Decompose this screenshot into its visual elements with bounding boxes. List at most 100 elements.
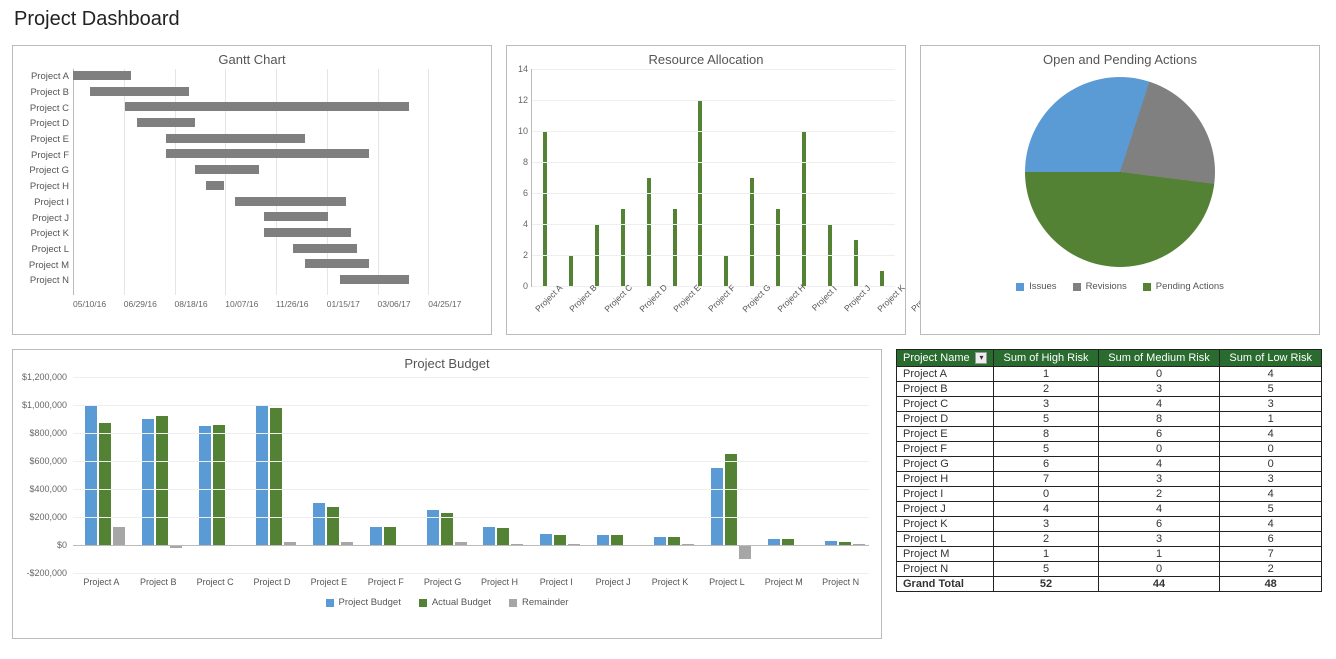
- table-cell: Project J: [897, 502, 994, 517]
- axis-tick: Project I: [528, 577, 585, 587]
- budget-bar: [597, 535, 609, 545]
- gantt-bar: [166, 134, 305, 143]
- gantt-row: Project L: [25, 242, 479, 258]
- table-cell: Project I: [897, 487, 994, 502]
- axis-tick: Project N: [812, 577, 869, 587]
- gantt-bar: [340, 275, 410, 284]
- gantt-row: Project D: [25, 116, 479, 132]
- gantt-bar: [264, 228, 351, 237]
- axis-tick: Project K: [642, 577, 699, 587]
- axis-tick: 0: [512, 281, 528, 291]
- budget-bar: [313, 503, 325, 545]
- table-cell: Project E: [897, 427, 994, 442]
- resource-title: Resource Allocation: [507, 46, 905, 69]
- axis-tick: $0: [15, 540, 67, 550]
- gantt-row-label: Project E: [25, 134, 73, 145]
- axis-tick: $800,000: [15, 428, 67, 438]
- axis-tick: Project D: [244, 577, 301, 587]
- table-cell: 0: [1220, 457, 1322, 472]
- axis-tick: 11/26/16: [276, 299, 327, 309]
- table-row: Project I024: [897, 487, 1322, 502]
- table-row: Project H733: [897, 472, 1322, 487]
- resource-plot-area: 02468101214: [531, 69, 895, 287]
- table-cell: 3: [1098, 382, 1220, 397]
- table-cell: 8: [1098, 412, 1220, 427]
- table-row: Project K364: [897, 517, 1322, 532]
- axis-tick: 08/18/16: [175, 299, 226, 309]
- table-cell: 5: [994, 442, 1098, 457]
- gantt-bar: [264, 212, 328, 221]
- table-cell: 1: [994, 367, 1098, 382]
- table-cell: Project K: [897, 517, 994, 532]
- table-cell: 0: [1220, 442, 1322, 457]
- gantt-row-label: Project A: [25, 71, 73, 82]
- table-cell: 1: [994, 547, 1098, 562]
- filter-dropdown-icon[interactable]: ▾: [975, 352, 987, 364]
- resource-bar: [724, 255, 728, 286]
- legend-item-project-budget: Project Budget: [326, 597, 401, 608]
- table-cell: 4: [1098, 502, 1220, 517]
- budget-bar: [142, 419, 154, 545]
- gantt-row: Project M: [25, 257, 479, 273]
- table-cell: 4: [1220, 367, 1322, 382]
- table-cell: 5: [1220, 502, 1322, 517]
- table-cell: 2: [1220, 562, 1322, 577]
- gantt-row: Project C: [25, 100, 479, 116]
- table-header-cell: Sum of Medium Risk: [1098, 350, 1220, 367]
- table-cell: 0: [994, 487, 1098, 502]
- table-header-row: Project Name▾Sum of High RiskSum of Medi…: [897, 350, 1322, 367]
- budget-bar: [85, 405, 97, 545]
- table-cell: 6: [1098, 427, 1220, 442]
- table-cell: 0: [1098, 367, 1220, 382]
- gantt-row: Project J: [25, 210, 479, 226]
- legend-item-actual-budget: Actual Budget: [419, 597, 491, 608]
- table-row: Project M117: [897, 547, 1322, 562]
- gantt-bar: [73, 71, 131, 80]
- axis-tick: -$200,000: [15, 568, 67, 578]
- table-row: Project B235: [897, 382, 1322, 397]
- axis-tick: 14: [512, 64, 528, 74]
- budget-bar: [113, 527, 125, 545]
- table-row: Project L236: [897, 532, 1322, 547]
- table-cell: 48: [1220, 577, 1322, 592]
- axis-tick: $600,000: [15, 456, 67, 466]
- axis-tick: $1,000,000: [15, 400, 67, 410]
- table-cell: 4: [1220, 517, 1322, 532]
- resource-bar: [621, 209, 625, 287]
- budget-bar: [483, 527, 495, 545]
- resource-bar: [569, 255, 573, 286]
- table-cell: Project D: [897, 412, 994, 427]
- table-cell: 3: [1220, 397, 1322, 412]
- table-row: Project N502: [897, 562, 1322, 577]
- pie-legend: Issues Revisions Pending Actions: [1016, 281, 1224, 292]
- axis-tick: 12: [512, 95, 528, 105]
- budget-bar: [213, 425, 225, 545]
- budget-bar: [554, 535, 566, 546]
- table-row: Project E864: [897, 427, 1322, 442]
- gantt-row: Project N: [25, 273, 479, 289]
- risk-table: Project Name▾Sum of High RiskSum of Medi…: [896, 349, 1322, 592]
- table-cell: 44: [1098, 577, 1220, 592]
- table-cell: 5: [994, 562, 1098, 577]
- gantt-row-label: Project D: [25, 118, 73, 129]
- table-row: Project J445: [897, 502, 1322, 517]
- budget-bar: [370, 527, 382, 545]
- gantt-bar: [206, 181, 223, 190]
- table-cell: 6: [994, 457, 1098, 472]
- axis-tick: Project H: [471, 577, 528, 587]
- axis-tick: 6: [512, 188, 528, 198]
- resource-bar: [854, 240, 858, 287]
- budget-bar: [99, 423, 111, 545]
- table-cell: 4: [1098, 457, 1220, 472]
- gantt-row-label: Project J: [25, 213, 73, 224]
- table-cell: Grand Total: [897, 577, 994, 592]
- table-cell: 8: [994, 427, 1098, 442]
- pie-plot-area: [1025, 77, 1215, 267]
- axis-tick: 05/10/16: [73, 299, 124, 309]
- table-row: Project A104: [897, 367, 1322, 382]
- table-cell: Project H: [897, 472, 994, 487]
- gantt-title: Gantt Chart: [13, 46, 491, 69]
- budget-bar: [725, 454, 737, 545]
- resource-chart-card: Resource Allocation 02468101214 Project …: [506, 45, 906, 335]
- axis-tick: 03/06/17: [378, 299, 429, 309]
